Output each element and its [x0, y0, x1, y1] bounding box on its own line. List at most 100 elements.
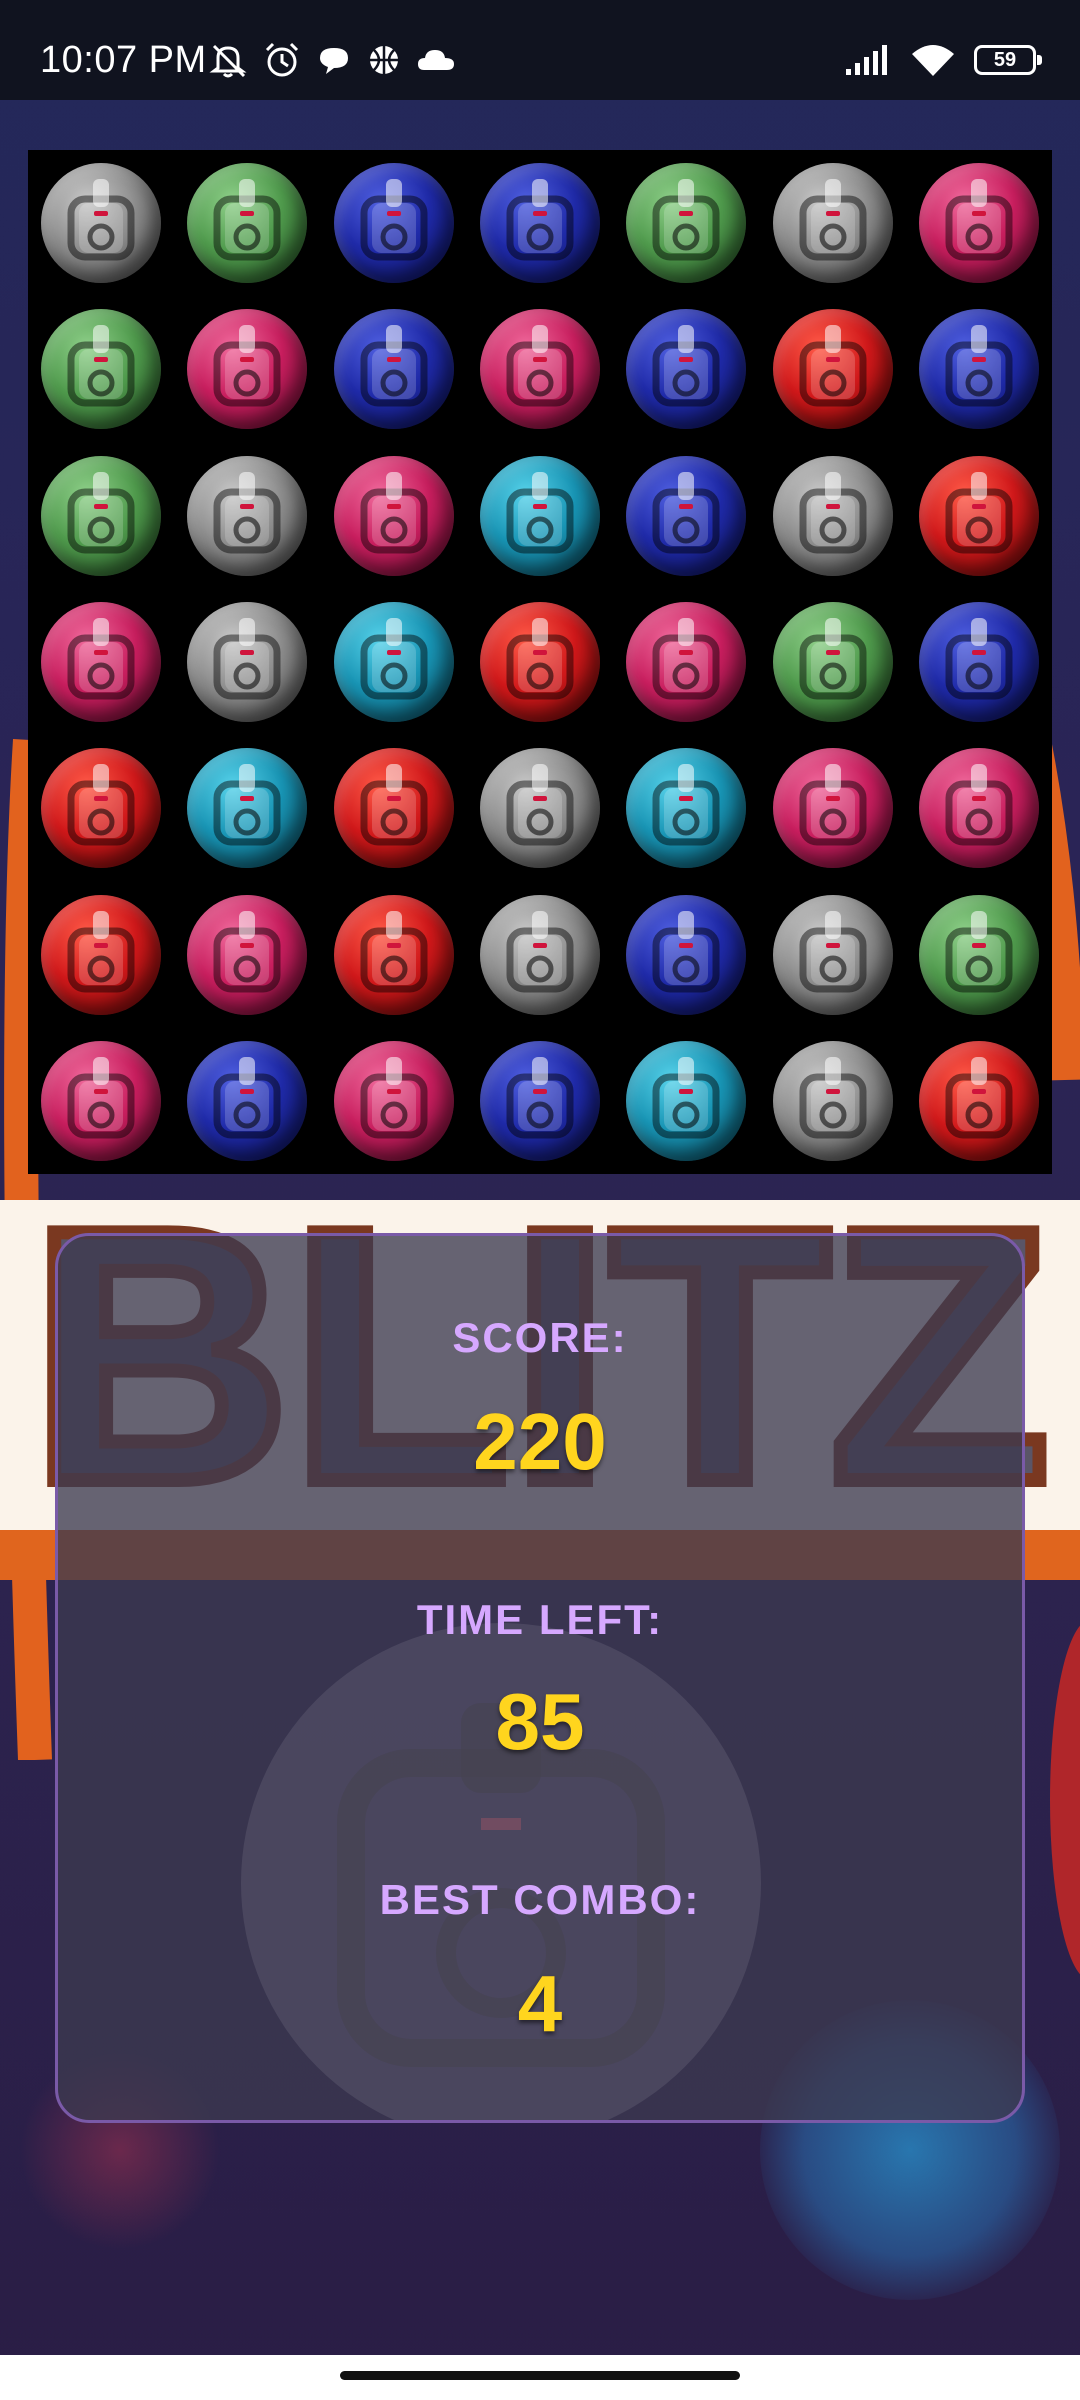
gem-cell[interactable] [28, 881, 174, 1027]
gem-cell[interactable] [759, 735, 905, 881]
blue-camera-backpack-icon[interactable] [479, 1040, 600, 1161]
blue-camera-backpack-icon[interactable] [187, 1040, 308, 1161]
pink-camera-backpack-icon[interactable] [626, 601, 747, 722]
blue-camera-backpack-icon[interactable] [626, 309, 747, 430]
cyan-camera-backpack-icon[interactable] [187, 748, 308, 869]
blue-camera-backpack-icon[interactable] [626, 455, 747, 576]
gem-cell[interactable] [759, 296, 905, 442]
gem-cell[interactable] [28, 589, 174, 735]
gem-cell[interactable] [906, 296, 1052, 442]
gem-cell[interactable] [174, 1028, 320, 1174]
gray-camera-backpack-icon[interactable] [772, 1040, 893, 1161]
pink-camera-backpack-icon[interactable] [41, 601, 162, 722]
red-camera-backpack-icon[interactable] [918, 1040, 1039, 1161]
gem-cell[interactable] [906, 1028, 1052, 1174]
gem-cell[interactable] [321, 735, 467, 881]
gem-cell[interactable] [613, 150, 759, 296]
gem-cell[interactable] [467, 881, 613, 1027]
gem-cell[interactable] [613, 1028, 759, 1174]
green-camera-backpack-icon[interactable] [41, 309, 162, 430]
gem-cell[interactable] [467, 1028, 613, 1174]
gem-cell[interactable] [759, 589, 905, 735]
gem-cell[interactable] [467, 150, 613, 296]
gray-camera-backpack-icon[interactable] [187, 601, 308, 722]
gem-cell[interactable] [28, 735, 174, 881]
pink-camera-backpack-icon[interactable] [918, 748, 1039, 869]
red-camera-backpack-icon[interactable] [772, 309, 893, 430]
gray-camera-backpack-icon[interactable] [479, 894, 600, 1015]
gem-cell[interactable] [174, 296, 320, 442]
gem-cell[interactable] [906, 443, 1052, 589]
gem-cell[interactable] [174, 589, 320, 735]
gem-cell[interactable] [321, 443, 467, 589]
gem-cell[interactable] [906, 881, 1052, 1027]
blue-camera-backpack-icon[interactable] [333, 309, 454, 430]
pink-camera-backpack-icon[interactable] [479, 309, 600, 430]
red-camera-backpack-icon[interactable] [333, 894, 454, 1015]
red-camera-backpack-icon[interactable] [333, 748, 454, 869]
gem-cell[interactable] [28, 1028, 174, 1174]
gem-cell[interactable] [174, 443, 320, 589]
gem-cell[interactable] [613, 881, 759, 1027]
gem-cell[interactable] [906, 150, 1052, 296]
gray-camera-backpack-icon[interactable] [772, 163, 893, 284]
green-camera-backpack-icon[interactable] [772, 601, 893, 722]
gem-cell[interactable] [613, 735, 759, 881]
red-camera-backpack-icon[interactable] [41, 748, 162, 869]
gem-cell[interactable] [28, 296, 174, 442]
red-camera-backpack-icon[interactable] [41, 894, 162, 1015]
red-camera-backpack-icon[interactable] [918, 455, 1039, 576]
cyan-camera-backpack-icon[interactable] [626, 748, 747, 869]
gem-cell[interactable] [321, 150, 467, 296]
gem-cell[interactable] [28, 443, 174, 589]
gem-cell[interactable] [906, 589, 1052, 735]
blue-camera-backpack-icon[interactable] [626, 894, 747, 1015]
cyan-camera-backpack-icon[interactable] [479, 455, 600, 576]
gem-grid[interactable] [28, 150, 1052, 1174]
game-board[interactable] [28, 150, 1052, 1174]
gem-cell[interactable] [321, 881, 467, 1027]
gem-cell[interactable] [321, 589, 467, 735]
blue-camera-backpack-icon[interactable] [918, 601, 1039, 722]
gem-cell[interactable] [467, 589, 613, 735]
gray-camera-backpack-icon[interactable] [772, 894, 893, 1015]
gem-cell[interactable] [759, 150, 905, 296]
green-camera-backpack-icon[interactable] [626, 163, 747, 284]
pink-camera-backpack-icon[interactable] [41, 1040, 162, 1161]
gem-cell[interactable] [906, 735, 1052, 881]
green-camera-backpack-icon[interactable] [918, 894, 1039, 1015]
gem-cell[interactable] [613, 589, 759, 735]
gem-cell[interactable] [174, 150, 320, 296]
gray-camera-backpack-icon[interactable] [41, 163, 162, 284]
pink-camera-backpack-icon[interactable] [333, 455, 454, 576]
gem-cell[interactable] [321, 296, 467, 442]
pink-camera-backpack-icon[interactable] [772, 748, 893, 869]
pink-camera-backpack-icon[interactable] [187, 894, 308, 1015]
gray-camera-backpack-icon[interactable] [479, 748, 600, 869]
gem-cell[interactable] [759, 881, 905, 1027]
cyan-camera-backpack-icon[interactable] [333, 601, 454, 722]
home-indicator[interactable] [340, 2371, 740, 2380]
cyan-camera-backpack-icon[interactable] [626, 1040, 747, 1161]
pink-camera-backpack-icon[interactable] [333, 1040, 454, 1161]
gray-camera-backpack-icon[interactable] [772, 455, 893, 576]
gem-cell[interactable] [174, 735, 320, 881]
green-camera-backpack-icon[interactable] [41, 455, 162, 576]
gem-cell[interactable] [467, 735, 613, 881]
blue-camera-backpack-icon[interactable] [479, 163, 600, 284]
gem-cell[interactable] [174, 881, 320, 1027]
gem-cell[interactable] [759, 1028, 905, 1174]
pink-camera-backpack-icon[interactable] [918, 163, 1039, 284]
pink-camera-backpack-icon[interactable] [187, 309, 308, 430]
gem-cell[interactable] [28, 150, 174, 296]
gem-cell[interactable] [759, 443, 905, 589]
gem-cell[interactable] [467, 443, 613, 589]
gem-cell[interactable] [467, 296, 613, 442]
gem-cell[interactable] [321, 1028, 467, 1174]
gem-cell[interactable] [613, 443, 759, 589]
red-camera-backpack-icon[interactable] [479, 601, 600, 722]
blue-camera-backpack-icon[interactable] [918, 309, 1039, 430]
green-camera-backpack-icon[interactable] [187, 163, 308, 284]
gray-camera-backpack-icon[interactable] [187, 455, 308, 576]
gem-cell[interactable] [613, 296, 759, 442]
